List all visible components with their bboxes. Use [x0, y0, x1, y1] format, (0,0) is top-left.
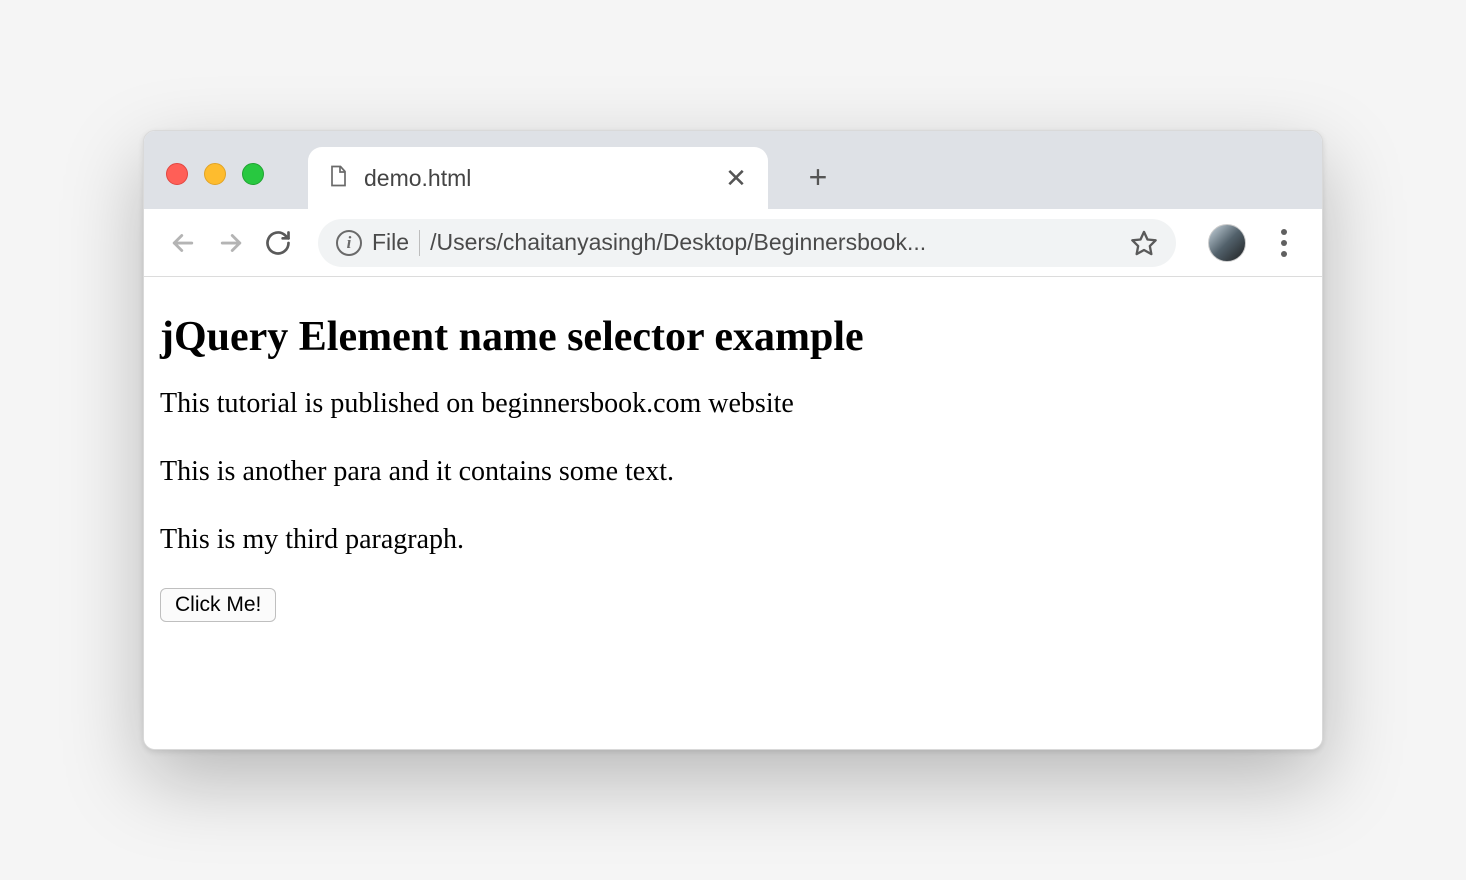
- close-tab-button[interactable]: ✕: [722, 164, 750, 192]
- paragraph-1: This tutorial is published on beginnersb…: [160, 385, 1306, 423]
- reload-button[interactable]: [264, 229, 292, 257]
- minimize-window-button[interactable]: [204, 163, 226, 185]
- url-text: /Users/chaitanyasingh/Desktop/Beginnersb…: [430, 229, 1120, 256]
- click-me-button[interactable]: Click Me!: [160, 588, 276, 622]
- url-scheme-label: File: [372, 229, 409, 256]
- paragraph-2: This is another para and it contains som…: [160, 453, 1306, 491]
- window-controls: [166, 163, 264, 185]
- back-button[interactable]: [168, 228, 198, 258]
- browser-menu-button[interactable]: [1270, 229, 1298, 257]
- profile-avatar[interactable]: [1208, 224, 1246, 262]
- close-window-button[interactable]: [166, 163, 188, 185]
- browser-window: demo.html ✕ + i File /Users/chaitanyasin…: [143, 130, 1323, 750]
- separator: [419, 230, 420, 256]
- paragraph-3: This is my third paragraph.: [160, 521, 1306, 559]
- kebab-menu-icon: [1270, 229, 1298, 257]
- page-heading: jQuery Element name selector example: [160, 313, 1306, 361]
- toolbar: i File /Users/chaitanyasingh/Desktop/Beg…: [144, 209, 1322, 277]
- file-icon: [326, 164, 350, 193]
- new-tab-button[interactable]: +: [794, 153, 842, 201]
- tab-bar: demo.html ✕ +: [144, 131, 1322, 209]
- site-info-icon[interactable]: i: [336, 230, 362, 256]
- tab-title: demo.html: [364, 165, 708, 192]
- browser-tab[interactable]: demo.html ✕: [308, 147, 768, 209]
- maximize-window-button[interactable]: [242, 163, 264, 185]
- forward-button[interactable]: [216, 228, 246, 258]
- page-content: jQuery Element name selector example Thi…: [144, 277, 1322, 749]
- bookmark-star-icon[interactable]: [1130, 229, 1158, 257]
- address-bar[interactable]: i File /Users/chaitanyasingh/Desktop/Beg…: [318, 219, 1176, 267]
